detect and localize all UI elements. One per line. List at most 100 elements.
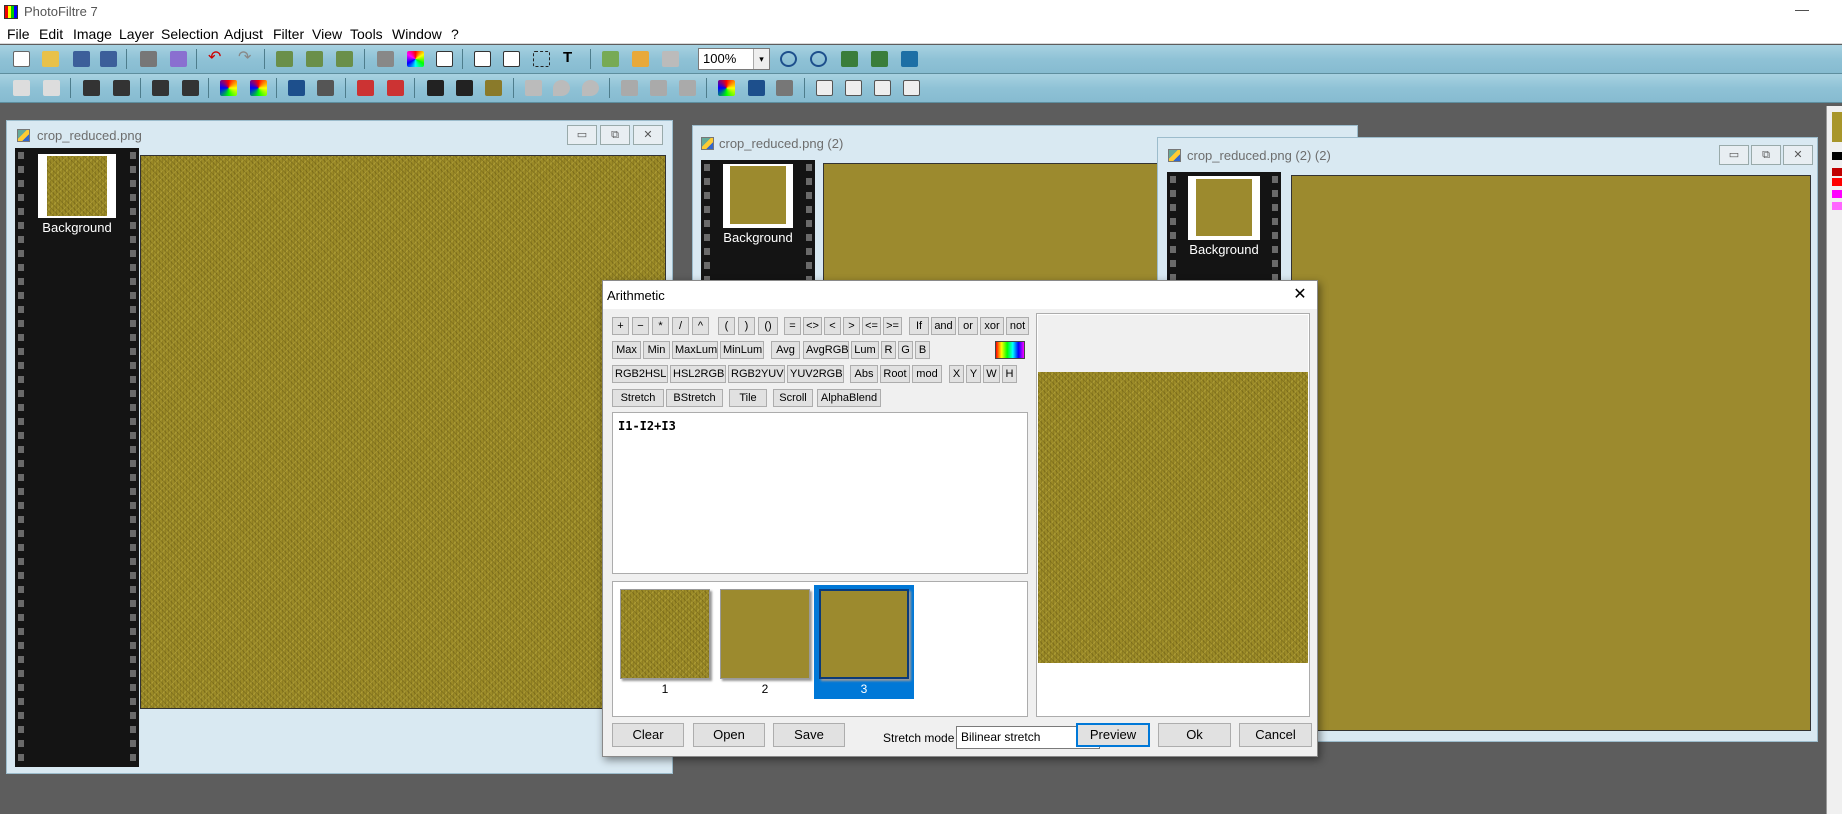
relief-icon[interactable]: [621, 80, 638, 96]
op-power-button[interactable]: ^: [692, 317, 709, 335]
fn-x-button[interactable]: X: [949, 365, 964, 383]
layer-thumbnail[interactable]: [1188, 176, 1260, 240]
layer-thumbnail[interactable]: [38, 154, 116, 218]
window-minimize-button[interactable]: ▭: [567, 125, 597, 145]
color-palette-icon[interactable]: [718, 80, 735, 96]
fn-abs-button[interactable]: Abs: [850, 365, 878, 383]
contrast-minus-icon[interactable]: [152, 80, 169, 96]
op-xor-button[interactable]: xor: [980, 317, 1004, 335]
undo-icon[interactable]: ↶: [208, 50, 225, 67]
color-mode-icon[interactable]: [407, 51, 424, 67]
flip-horizontal-icon[interactable]: [816, 80, 833, 96]
redo-icon[interactable]: ↷: [238, 50, 255, 67]
brightness-plus-icon[interactable]: [113, 80, 130, 96]
auto-filter-2-icon[interactable]: [387, 80, 404, 96]
color-swatch-dark-red[interactable]: [1832, 168, 1842, 176]
saturation-plus-icon[interactable]: [250, 80, 267, 96]
print-icon[interactable]: [140, 51, 157, 67]
auto-filter-1-icon[interactable]: [357, 80, 374, 96]
fn-maxlum-button[interactable]: MaxLum: [672, 341, 718, 359]
fn-g-button[interactable]: G: [898, 341, 913, 359]
op-open-paren-button[interactable]: (: [718, 317, 735, 335]
color-swatch-magenta[interactable]: [1832, 190, 1842, 198]
foreground-color-swatch[interactable]: [1832, 112, 1842, 142]
transparent-color-icon[interactable]: [436, 51, 453, 67]
fn-root-button[interactable]: Root: [880, 365, 910, 383]
save-icon[interactable]: [73, 51, 90, 67]
fn-avg-button[interactable]: Avg: [771, 341, 800, 359]
fn-max-button[interactable]: Max: [612, 341, 641, 359]
rotate-right-icon[interactable]: [903, 80, 920, 96]
menu-adjust[interactable]: Adjust: [224, 26, 263, 42]
fn-h-button[interactable]: H: [1002, 365, 1017, 383]
window-close-button[interactable]: ✕: [1783, 145, 1813, 165]
zoom-out-icon[interactable]: [810, 51, 827, 67]
scan-icon[interactable]: [170, 51, 187, 67]
fn-lum-button[interactable]: Lum: [851, 341, 879, 359]
fn-mod-button[interactable]: mod: [912, 365, 942, 383]
close-icon[interactable]: ✕: [1287, 284, 1313, 306]
text-effect-icon[interactable]: [474, 51, 491, 67]
clear-button[interactable]: Clear: [612, 723, 684, 747]
fn-rgb2hsl-button[interactable]: RGB2HSL: [612, 365, 668, 383]
op-less-button[interactable]: <: [824, 317, 841, 335]
fn-stretch-button[interactable]: Stretch: [612, 389, 664, 407]
op-and-button[interactable]: and: [931, 317, 956, 335]
op-greater-button[interactable]: >: [843, 317, 860, 335]
fn-avgrgb-button[interactable]: AvgRGB: [803, 341, 849, 359]
fn-minlum-button[interactable]: MinLum: [720, 341, 764, 359]
blur-icon[interactable]: [582, 80, 599, 96]
zoom-in-icon[interactable]: [780, 51, 797, 67]
new-file-icon[interactable]: [13, 51, 30, 67]
zoom-select[interactable]: 100% ▾: [698, 48, 770, 70]
open-folder-icon[interactable]: [42, 51, 59, 67]
grid-filter-3-icon[interactable]: [485, 80, 502, 96]
plugin-icon[interactable]: [632, 51, 649, 67]
triangle-outline-icon[interactable]: [679, 80, 696, 96]
fit-image-icon[interactable]: [871, 51, 888, 67]
auto-contrast-icon[interactable]: [43, 80, 60, 96]
image-canvas[interactable]: [140, 155, 666, 709]
op-close-paren-button[interactable]: ): [738, 317, 755, 335]
op-equal-button[interactable]: =: [784, 317, 801, 335]
rotate-left-icon[interactable]: [874, 80, 891, 96]
fn-y-button[interactable]: Y: [966, 365, 981, 383]
fn-alphablend-button[interactable]: AlphaBlend: [817, 389, 881, 407]
grid-filter-2-icon[interactable]: [456, 80, 473, 96]
cancel-button[interactable]: Cancel: [1239, 723, 1312, 747]
menu-image[interactable]: Image: [73, 26, 112, 42]
color-swatch-red[interactable]: [1832, 178, 1842, 186]
crop-icon[interactable]: [533, 51, 550, 67]
op-or-button[interactable]: or: [958, 317, 978, 335]
brightness-minus-icon[interactable]: [83, 80, 100, 96]
op-not-button[interactable]: not: [1006, 317, 1029, 335]
image-slot-1[interactable]: 1: [615, 585, 715, 699]
image-canvas[interactable]: [1291, 175, 1811, 731]
export-icon[interactable]: [662, 51, 679, 67]
color-swatch-black[interactable]: [1832, 152, 1842, 160]
menu-edit[interactable]: Edit: [39, 26, 63, 42]
formula-textarea[interactable]: I1-I2+I3: [612, 412, 1028, 574]
image-slot-2[interactable]: 2: [715, 585, 815, 699]
autofit-icon[interactable]: [503, 51, 520, 67]
op-minus-button[interactable]: −: [632, 317, 649, 335]
triangle-icon[interactable]: [650, 80, 667, 96]
save-as-icon[interactable]: [100, 51, 117, 67]
op-if-button[interactable]: If: [909, 317, 929, 335]
fn-hsl2rgb-button[interactable]: HSL2RGB: [670, 365, 726, 383]
window-close-button[interactable]: ✕: [633, 125, 663, 145]
paste-as-image-icon[interactable]: [306, 51, 323, 67]
save-button[interactable]: Save: [773, 723, 845, 747]
menu-layer[interactable]: Layer: [119, 26, 154, 42]
op-not-equal-button[interactable]: <>: [803, 317, 822, 335]
monitor-icon[interactable]: [748, 80, 765, 96]
app-minimize-button[interactable]: —: [1790, 0, 1814, 20]
menu-filter[interactable]: Filter: [273, 26, 304, 42]
auto-levels-icon[interactable]: [13, 80, 30, 96]
menu-window[interactable]: Window: [392, 26, 442, 42]
op-multiply-button[interactable]: *: [652, 317, 669, 335]
text-tool-icon[interactable]: T: [563, 50, 580, 67]
color-swatch-pink[interactable]: [1832, 202, 1842, 210]
image-window-1[interactable]: crop_reduced.png ▭ ⧉ ✕ Background: [6, 120, 673, 774]
contrast-plus-icon[interactable]: [182, 80, 199, 96]
